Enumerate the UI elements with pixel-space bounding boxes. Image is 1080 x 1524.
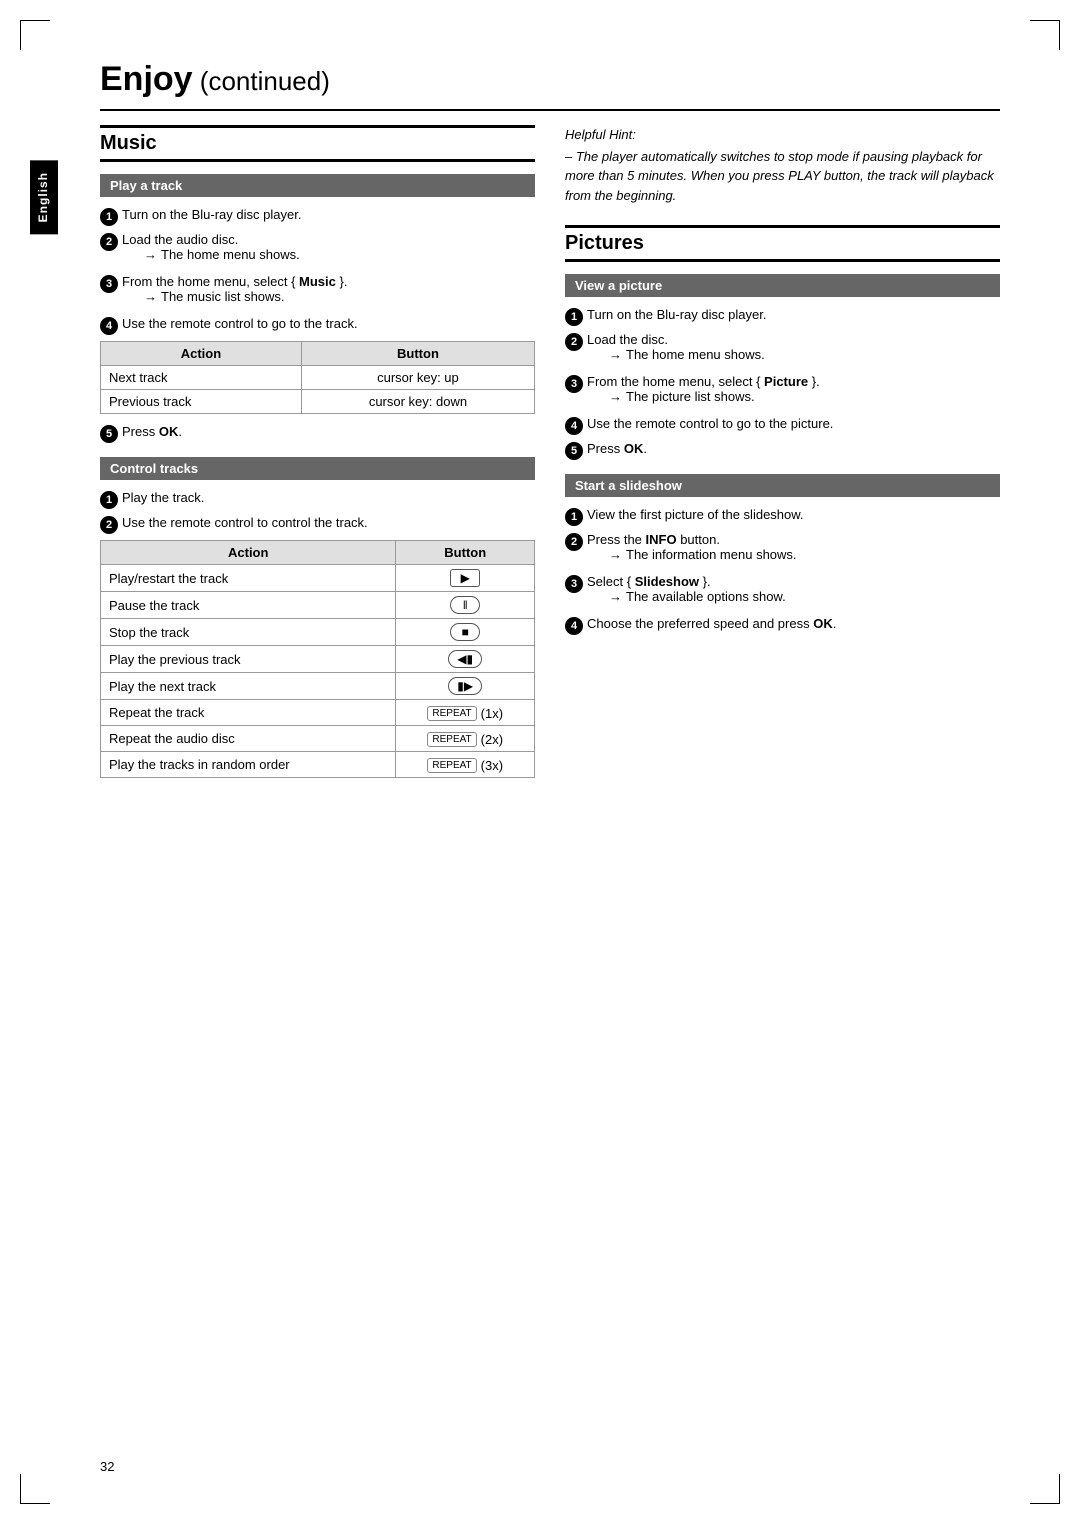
music-step-3: 3 From the home menu, select { Music }. … bbox=[100, 274, 535, 310]
play-button-symbol: ▶ bbox=[450, 569, 480, 587]
control-step-2: 2 Use the remote control to control the … bbox=[100, 515, 535, 534]
pause-button-symbol: ‖ bbox=[450, 596, 480, 614]
music-step-1: 1 Turn on the Blu-ray disc player. bbox=[100, 207, 535, 226]
helpful-hint-box: Helpful Hint: – The player automatically… bbox=[565, 125, 1000, 205]
play-a-track-header: Play a track bbox=[100, 174, 535, 197]
slideshow-step-4: 4 Choose the preferred speed and press O… bbox=[565, 616, 1000, 635]
left-column: Music Play a track 1 Turn on the Blu-ray… bbox=[100, 125, 535, 788]
page-title: Enjoy (continued) bbox=[100, 64, 330, 97]
table-header-button: Button bbox=[396, 541, 535, 565]
picture-step-4: 4 Use the remote control to go to the pi… bbox=[565, 416, 1000, 435]
music-step-3-sub: → The music list shows. bbox=[144, 289, 535, 304]
music-step-4: 4 Use the remote control to go to the tr… bbox=[100, 316, 535, 335]
corner-mark-br bbox=[1030, 1474, 1060, 1504]
table-row: Repeat the track REPEAT (1x) bbox=[101, 700, 535, 726]
table-row: Play the tracks in random order REPEAT (… bbox=[101, 752, 535, 778]
helpful-hint-text: – The player automatically switches to s… bbox=[565, 147, 1000, 206]
picture-step-3: 3 From the home menu, select { Picture }… bbox=[565, 374, 1000, 410]
slideshow-step-3-sub: → The available options show. bbox=[609, 589, 1000, 604]
corner-mark-tr bbox=[1030, 20, 1060, 50]
table-header-action: Action bbox=[101, 342, 302, 366]
main-content: Music Play a track 1 Turn on the Blu-ray… bbox=[100, 125, 1000, 788]
slideshow-step-2: 2 Press the INFO button. → The informati… bbox=[565, 532, 1000, 568]
table-row: Stop the track ■ bbox=[101, 619, 535, 646]
music-section-header: Music bbox=[100, 125, 535, 162]
music-step-2: 2 Load the audio disc. → The home menu s… bbox=[100, 232, 535, 268]
view-picture-header: View a picture bbox=[565, 274, 1000, 297]
picture-step-5: 5 Press OK. bbox=[565, 441, 1000, 460]
slideshow-header: Start a slideshow bbox=[565, 474, 1000, 497]
table-row: Previous track cursor key: down bbox=[101, 390, 535, 414]
table-row: Repeat the audio disc REPEAT (2x) bbox=[101, 726, 535, 752]
table-row: Play the next track ▮▶ bbox=[101, 673, 535, 700]
table-header-action: Action bbox=[101, 541, 396, 565]
prev-button-symbol: ◀▮ bbox=[448, 650, 482, 668]
music-step-2-sub: → The home menu shows. bbox=[144, 247, 535, 262]
control-tracks-table: Action Button Play/restart the track ▶ P… bbox=[100, 540, 535, 778]
picture-step-2: 2 Load the disc. → The home menu shows. bbox=[565, 332, 1000, 368]
sidebar-english-tab: English bbox=[30, 160, 58, 234]
corner-mark-bl bbox=[20, 1474, 50, 1504]
picture-step-1: 1 Turn on the Blu-ray disc player. bbox=[565, 307, 1000, 326]
slideshow-step-1: 1 View the first picture of the slidesho… bbox=[565, 507, 1000, 526]
slideshow-step-2-sub: → The information menu shows. bbox=[609, 547, 1000, 562]
repeat2x-symbol: REPEAT (2x) bbox=[427, 732, 503, 747]
slideshow-step-3: 3 Select { Slideshow }. → The available … bbox=[565, 574, 1000, 610]
corner-mark-tl bbox=[20, 20, 50, 50]
page-number: 32 bbox=[100, 1459, 114, 1474]
right-column: Helpful Hint: – The player automatically… bbox=[565, 125, 1000, 788]
picture-step-2-sub: → The home menu shows. bbox=[609, 347, 1000, 362]
table-row: Pause the track ‖ bbox=[101, 592, 535, 619]
page: English Enjoy (continued) Music Play a t… bbox=[0, 0, 1080, 1524]
picture-step-3-sub: → The picture list shows. bbox=[609, 389, 1000, 404]
repeat1x-symbol: REPEAT (1x) bbox=[427, 706, 503, 721]
table-row: Next track cursor key: up bbox=[101, 366, 535, 390]
table-row: Play/restart the track ▶ bbox=[101, 565, 535, 592]
control-step-1: 1 Play the track. bbox=[100, 490, 535, 509]
next-button-symbol: ▮▶ bbox=[448, 677, 482, 695]
stop-button-symbol: ■ bbox=[450, 623, 480, 641]
music-step-5: 5 Press OK. bbox=[100, 424, 535, 443]
pictures-section-header: Pictures bbox=[565, 225, 1000, 262]
control-tracks-header: Control tracks bbox=[100, 457, 535, 480]
play-track-table: Action Button Next track cursor key: up … bbox=[100, 341, 535, 414]
table-header-button: Button bbox=[301, 342, 534, 366]
repeat3x-symbol: REPEAT (3x) bbox=[427, 758, 503, 773]
helpful-hint-title: Helpful Hint: bbox=[565, 125, 1000, 145]
table-row: Play the previous track ◀▮ bbox=[101, 646, 535, 673]
